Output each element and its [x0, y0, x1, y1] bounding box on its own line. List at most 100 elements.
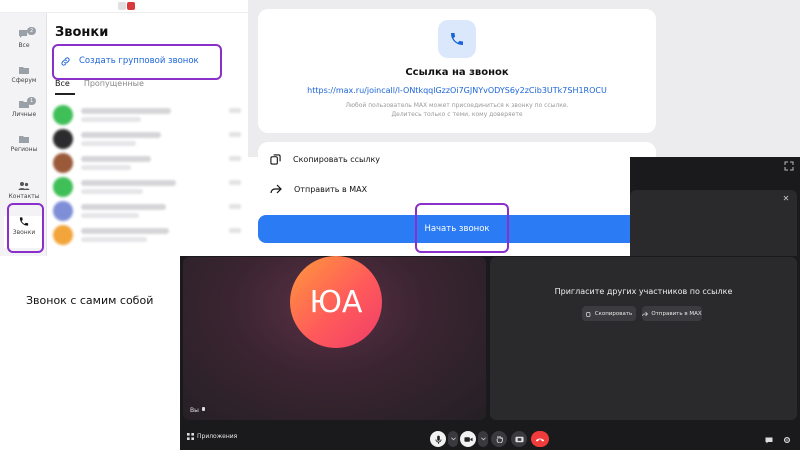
- list-item-subtitle: [81, 141, 136, 146]
- close-icon[interactable]: ✕: [781, 194, 791, 204]
- end-call-button[interactable]: [531, 431, 549, 447]
- list-item-title: [81, 180, 176, 186]
- calls-tabs: Все Пропущенные: [55, 79, 144, 88]
- contacts-icon: [18, 182, 30, 190]
- microphone-options-button[interactable]: [448, 431, 458, 447]
- folder-icon: [19, 67, 29, 74]
- strip-icon: [118, 2, 126, 10]
- call-link-url[interactable]: https://max.ru/joincall/l-ONtkqqlGzzOi7G…: [258, 86, 656, 95]
- apps-label: Приложения: [197, 433, 238, 440]
- tab-all[interactable]: Все: [55, 79, 70, 88]
- screenshot-stage: 2 Все Сферум 1 Личные Регионы Контакты З…: [0, 0, 800, 450]
- call-controls-bar: Приложения: [180, 426, 800, 450]
- list-item-title: [81, 228, 169, 234]
- folder-icon: [19, 136, 29, 143]
- page-title: Звонки: [55, 25, 109, 40]
- grid-icon: [187, 433, 194, 440]
- list-item-time: [229, 204, 241, 209]
- send-to-max-label: Отправить в MAX: [294, 184, 368, 194]
- list-item-time: [229, 180, 241, 185]
- list-item[interactable]: [53, 175, 243, 199]
- caption-text: Звонок с самим собой: [26, 294, 154, 307]
- note-line: Делитесь только с теми, кому доверяете: [391, 111, 523, 118]
- window-top-strip: [0, 0, 248, 13]
- call-link-note: Любой пользователь MAX может присоединит…: [298, 101, 616, 119]
- call-icon-tile: [438, 20, 476, 58]
- list-item[interactable]: [53, 127, 243, 151]
- invite-send-button[interactable]: Отправить в MAX: [642, 306, 702, 321]
- settings-button[interactable]: [780, 432, 794, 448]
- apps-button[interactable]: Приложения: [187, 433, 237, 440]
- invite-message: Пригласите других участников по ссылке: [554, 287, 733, 296]
- copy-icon: [585, 311, 591, 317]
- microphone-button[interactable]: [430, 431, 446, 447]
- avatar: [53, 105, 73, 125]
- chat-button[interactable]: [762, 432, 776, 448]
- chevron-down-icon: [480, 437, 486, 441]
- call-link-title: Ссылка на звонок: [405, 67, 509, 78]
- rail-item-label: Контакты: [8, 193, 40, 200]
- list-item-time: [229, 108, 241, 113]
- rail-item-sferum[interactable]: Сферум: [4, 65, 44, 97]
- copy-link-button[interactable]: Скопировать ссылку: [270, 149, 380, 169]
- rail-item-regions[interactable]: Регионы: [4, 134, 44, 166]
- camera-icon: [463, 436, 473, 442]
- invite-send-label: Отправить в MAX: [651, 310, 702, 317]
- list-item-title: [81, 204, 166, 210]
- hang-up-icon: [535, 437, 545, 442]
- gear-icon: [783, 436, 791, 444]
- invite-copy-label: Скопировать: [594, 310, 633, 317]
- list-item-subtitle: [81, 189, 143, 194]
- list-item[interactable]: [53, 103, 243, 127]
- self-label: Вы: [190, 406, 206, 414]
- invite-tile: [490, 257, 797, 420]
- avatar: [53, 225, 73, 245]
- avatar: [53, 177, 73, 197]
- list-item[interactable]: [53, 199, 243, 223]
- share-arrow-icon: [270, 184, 282, 194]
- phone-icon: [451, 33, 463, 45]
- list-item[interactable]: [53, 151, 243, 175]
- rail-badge: 1: [27, 97, 37, 105]
- rail-item-label: Личные: [11, 111, 37, 118]
- rail-item-label: Сферум: [11, 77, 37, 84]
- list-item[interactable]: [53, 223, 243, 247]
- strip-icon: [127, 2, 135, 10]
- tab-missed[interactable]: Пропущенные: [84, 79, 144, 88]
- share-arrow-icon: [642, 311, 649, 316]
- send-to-max-button[interactable]: Отправить в MAX: [270, 179, 367, 199]
- chevron-down-icon: [450, 437, 456, 441]
- list-item-subtitle: [81, 237, 147, 242]
- note-line: Любой пользователь MAX может присоединит…: [345, 102, 569, 109]
- list-item-subtitle: [81, 165, 131, 170]
- list-item-title: [81, 132, 161, 138]
- self-name-text: Вы: [190, 407, 199, 414]
- camera-button[interactable]: [460, 431, 476, 447]
- invite-tile-top: [630, 190, 797, 256]
- raise-hand-button[interactable]: [491, 431, 507, 447]
- screen-share-button[interactable]: [511, 431, 527, 447]
- rail-item-all[interactable]: 2 Все: [4, 27, 44, 61]
- list-item-time: [229, 156, 241, 161]
- hand-icon: [201, 407, 205, 411]
- link-actions-card: Скопировать ссылку Отправить в MAX: [258, 142, 656, 206]
- copy-link-label: Скопировать ссылку: [293, 154, 381, 164]
- rail-item-label: Все: [18, 42, 30, 49]
- rail-item-label: Регионы: [10, 146, 38, 153]
- avatar: [53, 129, 73, 149]
- copy-icon: [270, 153, 281, 165]
- highlight-create-group: [52, 44, 222, 80]
- call-link-card: Ссылка на звонок https://max.ru/joincall…: [258, 9, 656, 133]
- camera-options-button[interactable]: [478, 431, 488, 447]
- list-item-subtitle: [81, 213, 139, 218]
- avatar: ЮА: [290, 256, 382, 348]
- list-item-title: [81, 108, 171, 114]
- list-item-time: [229, 132, 241, 137]
- rail-item-personal[interactable]: 1 Личные: [4, 97, 44, 131]
- rail-badge: 2: [27, 27, 37, 35]
- highlight-calls-tab: [7, 203, 44, 253]
- invite-copy-button[interactable]: Скопировать: [582, 306, 636, 321]
- expand-icon[interactable]: [784, 161, 794, 171]
- highlight-start-call: [415, 203, 509, 253]
- hand-icon: [496, 435, 503, 443]
